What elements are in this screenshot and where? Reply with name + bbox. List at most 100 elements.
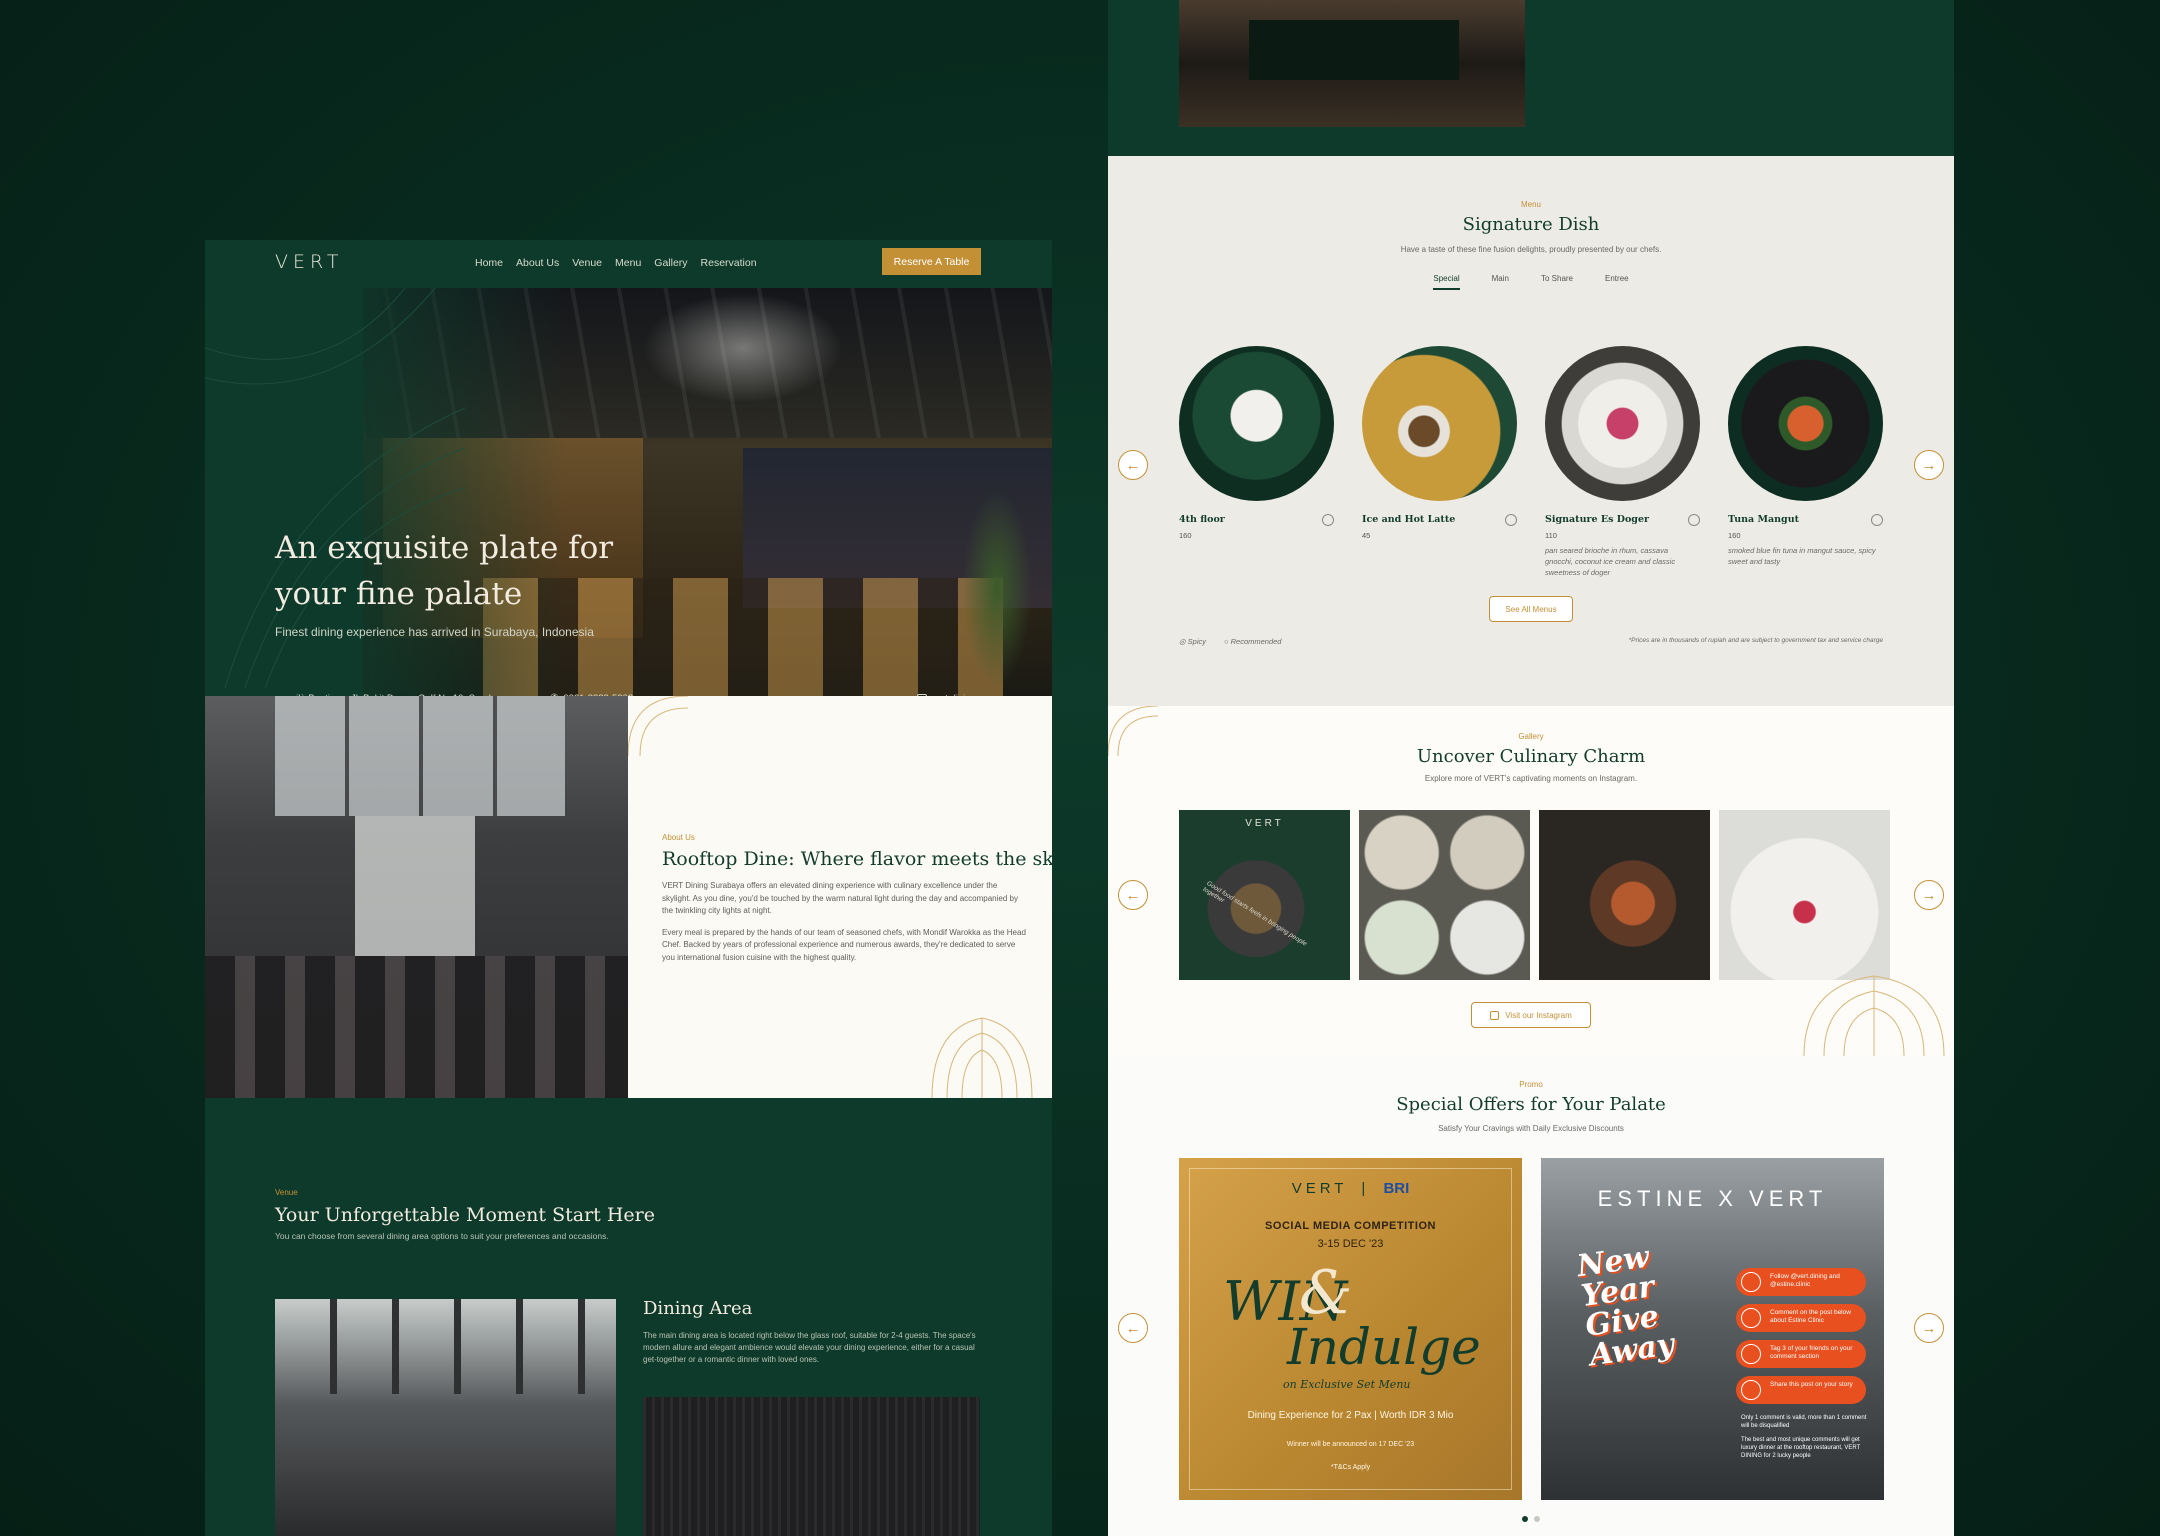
promo-indulge: Indulge [1287, 1318, 1481, 1376]
post-logo: VERT [1245, 818, 1284, 829]
dining-area-text: The main dining area is located right be… [643, 1331, 976, 1364]
nav-home[interactable]: Home [475, 257, 503, 269]
promo-brand-collab: ESTINE X VERT [1597, 1186, 1828, 1211]
about-text: VERT Dining Surabaya offers an elevated … [662, 880, 1027, 964]
hero-title: An exquisite plate for your fine palate [275, 530, 614, 612]
instagram-post[interactable]: VERT Good food starts feels in bringing … [1179, 810, 1350, 980]
giveaway-step: Comment on the post below about Estine C… [1736, 1304, 1866, 1332]
recommended-icon [1688, 514, 1700, 526]
prev-promo-arrow[interactable]: ← [1118, 1313, 1148, 1343]
promo-small: on Exclusive Set Menu [1283, 1378, 1411, 1391]
tab-entree[interactable]: Entree [1605, 274, 1629, 290]
promo-tnc: *T&Cs Apply [1330, 1464, 1371, 1471]
dining-area-image [275, 1299, 616, 1536]
dish-card[interactable]: Ice and Hot Latte 45 [1362, 346, 1517, 540]
pagination-dot-active[interactable] [1522, 1516, 1528, 1522]
recommended-icon [1505, 514, 1517, 526]
dish-card[interactable]: Tuna Mangut 160 smoked blue fin tuna in … [1728, 346, 1883, 566]
post-caption: Good food starts feels in bringing peopl… [1201, 880, 1308, 948]
next-promo-arrow[interactable]: → [1914, 1313, 1944, 1343]
legend-spicy: ◎ Spicy [1179, 637, 1206, 646]
dish-card[interactable]: Signature Es Doger 110 pan seared brioch… [1545, 346, 1700, 577]
signature-dish-title: Signature Dish [1462, 214, 1600, 235]
dining-area-image-2 [643, 1397, 980, 1536]
venue-eyebrow: Venue [275, 1188, 298, 1197]
promo-card-giveaway[interactable]: ESTINE X VERT New Year Give Away Follow … [1541, 1158, 1884, 1500]
menu-page-mockup: Menu Signature Dish Have a taste of thes… [1108, 0, 1954, 1536]
dish-price: 160 [1728, 531, 1741, 540]
arrow-right-icon: → [1921, 886, 1937, 904]
dish-name: 4th floor [1179, 514, 1225, 525]
dish-image [1545, 346, 1700, 501]
gallery-title: Uncover Culinary Charm [1416, 746, 1646, 767]
pagination-dot[interactable] [1534, 1516, 1540, 1522]
corner-ornament [628, 696, 689, 756]
gallery-subtitle: Explore more of VERT's captivating momen… [1424, 774, 1638, 783]
visit-instagram-button[interactable]: Visit our Instagram [1471, 1002, 1591, 1028]
arrow-right-icon: → [1921, 456, 1937, 474]
giveaway-note: The best and most unique comments will g… [1741, 1437, 1861, 1459]
giveaway-step: Follow @vert.dining and @estine.clinic [1736, 1268, 1866, 1296]
tab-main[interactable]: Main [1492, 274, 1509, 290]
arrow-right-icon: → [1921, 1319, 1937, 1337]
dish-image [1728, 346, 1883, 501]
signature-dish-section: Menu Signature Dish Have a taste of thes… [1108, 156, 1954, 706]
arrow-left-icon: ← [1125, 456, 1141, 474]
promo-winner-date: Winner will be announced on 17 DEC '23 [1286, 1441, 1415, 1448]
menu-tabs: Special Main To Share Entree [1108, 274, 1954, 290]
hero-subtitle: Finest dining experience has arrived in … [275, 625, 594, 639]
dish-price: 110 [1545, 531, 1557, 540]
recommended-icon [1322, 514, 1334, 526]
promo-eyebrow: Promo [1519, 1080, 1543, 1089]
instagram-post[interactable] [1359, 810, 1530, 980]
dish-name: Ice and Hot Latte [1362, 514, 1456, 525]
prev-gallery-arrow[interactable]: ← [1118, 880, 1148, 910]
instagram-post[interactable] [1719, 810, 1890, 980]
dish-card[interactable]: 4th floor 160 [1179, 346, 1334, 540]
giveaway-step: Share this post on your story [1736, 1376, 1866, 1404]
nav-about-us[interactable]: About Us [516, 257, 559, 269]
promo-offer: Dining Experience for 2 Pax | Worth IDR … [1247, 1410, 1454, 1421]
about-paragraph-2: Every meal is prepared by the hands of o… [662, 927, 1026, 962]
next-dish-arrow[interactable]: → [1914, 450, 1944, 480]
nav-links: Home About Us Venue Menu Gallery Reserva… [475, 257, 757, 269]
dish-image [1362, 346, 1517, 501]
promo-section: Promo Special Offers for Your Palate Sat… [1108, 1056, 1954, 1536]
giveaway-note: Only 1 comment is valid, more than 1 com… [1741, 1415, 1867, 1429]
bri-logo: BRI [1383, 1180, 1410, 1197]
tab-special[interactable]: Special [1433, 274, 1460, 290]
reserve-table-button[interactable]: Reserve A Table [882, 248, 981, 275]
nav-menu[interactable]: Menu [615, 257, 641, 269]
top-navigation: VERT Home About Us Venue Menu Gallery Re… [205, 240, 1052, 288]
promo-line-1: SOCIAL MEDIA COMPETITION [1265, 1220, 1436, 1232]
signature-dish-subtitle: Have a taste of these fine fusion deligh… [1400, 245, 1662, 254]
vert-logo[interactable]: VERT [275, 251, 343, 273]
tab-to-share[interactable]: To Share [1541, 274, 1573, 290]
nav-reservation[interactable]: Reservation [701, 257, 757, 269]
gallery-section: Gallery Uncover Culinary Charm Explore m… [1108, 706, 1954, 1056]
instagram-post[interactable] [1539, 810, 1710, 980]
user-icon [1741, 1272, 1761, 1292]
arrow-left-icon: ← [1125, 886, 1141, 904]
art-deco-arch-ornament [931, 1017, 1033, 1098]
dish-price: 45 [1362, 531, 1371, 540]
next-gallery-arrow[interactable]: → [1914, 880, 1944, 910]
giveaway-step: Tag 3 of your friends on your comment se… [1736, 1340, 1866, 1368]
dish-name: Tuna Mangut [1728, 514, 1799, 525]
private-dining-image [1179, 0, 1525, 127]
comment-icon [1741, 1308, 1761, 1328]
venue-subtitle: You can choose from several dining area … [275, 1231, 609, 1241]
about-eyebrow: About Us [662, 833, 695, 842]
promo-title: Special Offers for Your Palate [1396, 1094, 1666, 1115]
venue-title: Your Unforgettable Moment Start Here [275, 1204, 655, 1226]
rooftop-dining-image [205, 696, 628, 1098]
prev-dish-arrow[interactable]: ← [1118, 450, 1148, 480]
nav-gallery[interactable]: Gallery [654, 257, 687, 269]
nav-venue[interactable]: Venue [572, 257, 602, 269]
art-deco-arch-ornament [1803, 975, 1945, 1056]
tag-icon [1741, 1344, 1761, 1364]
home-page-mockup: VERT Home About Us Venue Menu Gallery Re… [205, 240, 1052, 1536]
about-section: About Us Rooftop Dine: Where flavor meet… [628, 696, 1052, 1098]
promo-card-bri[interactable]: VERT | BRI SOCIAL MEDIA COMPETITION 3-15… [1179, 1158, 1522, 1500]
see-all-menus-button[interactable]: See All Menus [1489, 596, 1573, 622]
